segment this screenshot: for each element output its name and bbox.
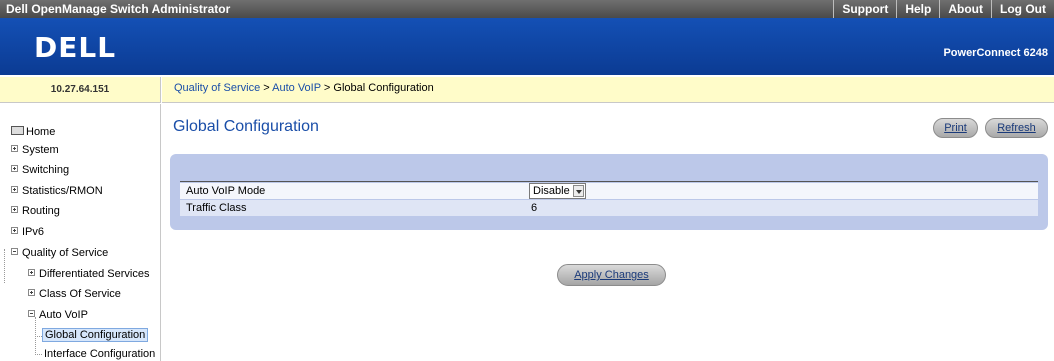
auto-voip-mode-value: Disable xyxy=(533,185,570,197)
sidebar-item-home[interactable]: Home xyxy=(11,126,55,138)
tree-line xyxy=(4,249,5,283)
product-name: PowerConnect 6248 xyxy=(943,47,1048,59)
sidebar-item-label: Quality of Service xyxy=(22,247,109,259)
sidebar-item-label: Differentiated Services xyxy=(39,268,150,280)
app-title: Dell OpenManage Switch Administrator xyxy=(6,2,231,16)
sidebar-item-statistics[interactable]: Statistics/RMON xyxy=(11,185,103,197)
breadcrumb: Quality of Service > Auto VoIP > Global … xyxy=(162,77,1054,103)
about-link[interactable]: About xyxy=(939,0,991,18)
breadcrumb-separator: > xyxy=(320,82,334,94)
tree-line xyxy=(35,336,42,337)
sidebar-item-label: System xyxy=(22,144,59,156)
sidebar-item-label: Auto VoIP xyxy=(39,309,88,321)
sidebar-item-label: IPv6 xyxy=(22,226,45,238)
sidebar-item-label: Interface Configuration xyxy=(44,348,156,360)
expand-icon xyxy=(11,227,18,234)
auto-voip-mode-row: Auto VoIP Mode Disable xyxy=(180,183,1038,199)
sidebar-item-label: Home xyxy=(26,126,56,138)
config-panel: Auto VoIP Mode Disable Traffic Class 6 xyxy=(170,154,1048,230)
breadcrumb-auto-voip[interactable]: Auto VoIP xyxy=(272,82,321,94)
expand-icon xyxy=(11,165,18,172)
traffic-class-label: Traffic Class xyxy=(186,202,247,214)
auto-voip-mode-label: Auto VoIP Mode xyxy=(186,185,266,197)
traffic-class-value: 6 xyxy=(531,202,538,214)
expand-icon xyxy=(28,269,35,276)
sidebar-item-differentiated-services[interactable]: Differentiated Services xyxy=(28,268,149,280)
panel-divider xyxy=(180,181,1038,182)
ip-address: 10.27.64.151 xyxy=(0,77,161,103)
logout-link[interactable]: Log Out xyxy=(991,0,1054,18)
brand-bar: DELL PowerConnect 6248 xyxy=(0,18,1054,75)
breadcrumb-separator: > xyxy=(260,82,273,94)
top-links: Support Help About Log Out xyxy=(833,0,1054,18)
sidebar-item-auto-voip[interactable]: Auto VoIP xyxy=(28,309,88,321)
expand-icon xyxy=(11,186,18,193)
sidebar-item-quality-of-service[interactable]: Quality of Service xyxy=(11,247,108,259)
sidebar-item-label: Global Configuration xyxy=(45,329,146,341)
expand-icon xyxy=(28,289,35,296)
top-bar: Dell OpenManage Switch Administrator Sup… xyxy=(0,0,1054,18)
collapse-icon xyxy=(11,248,18,255)
sidebar-item-ipv6[interactable]: IPv6 xyxy=(11,226,44,238)
main-content: Global Configuration Print Refresh Auto … xyxy=(162,104,1054,361)
support-link[interactable]: Support xyxy=(833,0,896,18)
sidebar-item-interface-configuration[interactable]: Interface Configuration xyxy=(44,348,155,360)
dell-logo: DELL xyxy=(34,31,117,64)
sidebar-item-global-configuration[interactable]: Global Configuration xyxy=(42,328,149,342)
print-button[interactable]: Print xyxy=(933,118,978,138)
breadcrumb-current: Global Configuration xyxy=(333,82,434,94)
breadcrumb-quality-of-service[interactable]: Quality of Service xyxy=(174,82,260,94)
chevron-down-icon[interactable] xyxy=(573,185,584,197)
sidebar-item-label: Switching xyxy=(22,164,70,176)
sidebar-item-label: Statistics/RMON xyxy=(22,185,103,197)
refresh-button[interactable]: Refresh xyxy=(985,118,1048,138)
traffic-class-row: Traffic Class 6 xyxy=(180,200,1038,216)
help-link[interactable]: Help xyxy=(896,0,939,18)
sidebar-item-system[interactable]: System xyxy=(11,144,59,156)
apply-changes-button[interactable]: Apply Changes xyxy=(557,264,666,286)
expand-icon xyxy=(11,145,18,152)
sidebar-item-label: Routing xyxy=(22,205,60,217)
tree-line xyxy=(35,354,42,355)
sidebar-item-label: Class Of Service xyxy=(39,288,121,300)
sidebar-nav: Home System Switching Statistics/RMON Ro… xyxy=(0,104,161,361)
collapse-icon xyxy=(28,310,35,317)
page-title: Global Configuration xyxy=(173,118,319,135)
sidebar-item-class-of-service[interactable]: Class Of Service xyxy=(28,288,121,300)
expand-icon xyxy=(11,206,18,213)
auto-voip-mode-select[interactable]: Disable xyxy=(529,183,586,199)
home-icon xyxy=(11,126,24,135)
sidebar-item-switching[interactable]: Switching xyxy=(11,164,69,176)
sidebar-item-routing[interactable]: Routing xyxy=(11,205,60,217)
